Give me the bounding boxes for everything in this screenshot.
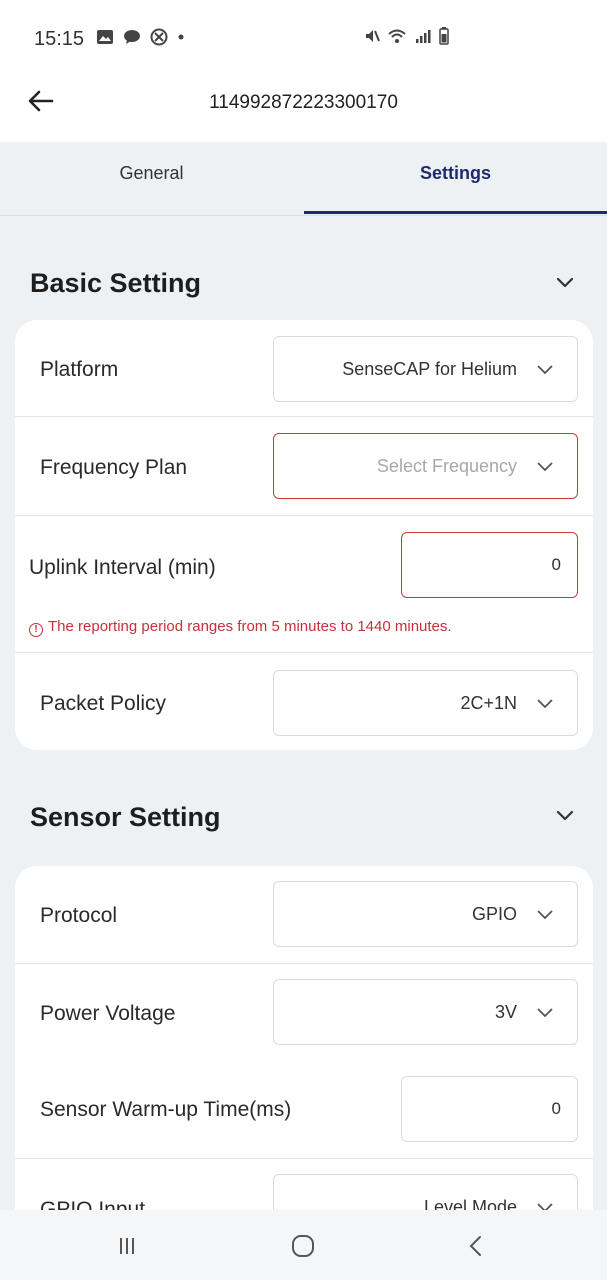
image-icon	[97, 30, 113, 44]
power-voltage-value: 3V	[494, 1002, 517, 1022]
status-right-icons	[364, 27, 450, 47]
status-left-icons	[96, 27, 185, 48]
warmup-time-input[interactable]: 0	[401, 1076, 578, 1142]
uplink-interval-value: 0	[551, 555, 561, 574]
mute-icon	[366, 30, 380, 42]
platform-label: Platform	[40, 358, 119, 381]
packet-policy-select[interactable]: 2C+1N	[273, 670, 578, 736]
chat-icon	[124, 30, 141, 44]
app-bar: 114992872223300170	[0, 80, 607, 142]
power-voltage-label: Power Voltage	[40, 1002, 176, 1025]
row-divider	[15, 1158, 593, 1159]
chevron-down-icon	[537, 910, 553, 920]
dot-icon	[178, 34, 184, 40]
signal-icon	[415, 30, 431, 43]
chevron-down-icon	[537, 365, 553, 375]
basic-setting-card: Platform SenseCAP for Helium Frequency P…	[15, 320, 593, 750]
error-icon: !	[29, 623, 43, 637]
recent-apps-icon[interactable]	[112, 1232, 142, 1260]
chevron-down-icon	[537, 699, 553, 709]
protocol-label: Protocol	[40, 904, 118, 927]
chevron-down-icon	[537, 1008, 553, 1018]
status-time: 15:15	[34, 28, 85, 50]
battery-icon	[439, 27, 450, 45]
sensor-setting-collapse-chevron-icon[interactable]	[554, 804, 576, 826]
back-icon[interactable]	[462, 1232, 492, 1260]
blocked-icon	[150, 28, 168, 46]
tab-active-indicator	[304, 211, 607, 214]
platform-value: SenseCAP for Helium	[342, 359, 517, 379]
sensor-setting-card: Protocol GPIO Power Voltage 3V Sensor Wa…	[15, 866, 593, 1246]
warmup-time-label: Sensor Warm-up Time(ms)	[40, 1098, 292, 1121]
system-nav-bar	[0, 1210, 607, 1280]
uplink-interval-label: Uplink Interval (min)	[29, 556, 216, 579]
platform-select[interactable]: SenseCAP for Helium	[273, 336, 578, 402]
uplink-interval-error: ! The reporting period ranges from 5 minu…	[29, 618, 452, 637]
tab-bar: General Settings	[0, 142, 607, 216]
row-divider	[15, 515, 593, 516]
row-divider	[15, 416, 593, 417]
basic-setting-title: Basic Setting	[30, 268, 202, 298]
status-bar: 15:15	[0, 0, 607, 80]
frequency-plan-select[interactable]: Select Frequency	[273, 433, 578, 499]
packet-policy-label: Packet Policy	[40, 692, 167, 715]
frequency-plan-placeholder: Select Frequency	[376, 456, 517, 476]
protocol-value: GPIO	[471, 904, 517, 924]
warmup-time-value: 0	[551, 1099, 561, 1118]
uplink-interval-error-text: The reporting period ranges from 5 minut…	[48, 618, 452, 635]
tab-settings[interactable]: Settings	[304, 142, 607, 216]
home-icon[interactable]	[288, 1232, 318, 1260]
wifi-icon	[388, 29, 407, 43]
packet-policy-value: 2C+1N	[460, 693, 517, 713]
chevron-down-icon	[537, 462, 553, 472]
power-voltage-select[interactable]: 3V	[273, 979, 578, 1045]
page-title: 114992872223300170	[209, 92, 398, 113]
row-divider	[15, 652, 593, 653]
uplink-interval-input[interactable]: 0	[401, 532, 578, 598]
basic-setting-collapse-chevron-icon[interactable]	[554, 271, 576, 293]
tab-general[interactable]: General	[0, 142, 303, 216]
row-divider	[15, 963, 593, 964]
protocol-select[interactable]: GPIO	[273, 881, 578, 947]
sensor-setting-title: Sensor Setting	[30, 802, 221, 832]
frequency-plan-label: Frequency Plan	[40, 456, 188, 479]
